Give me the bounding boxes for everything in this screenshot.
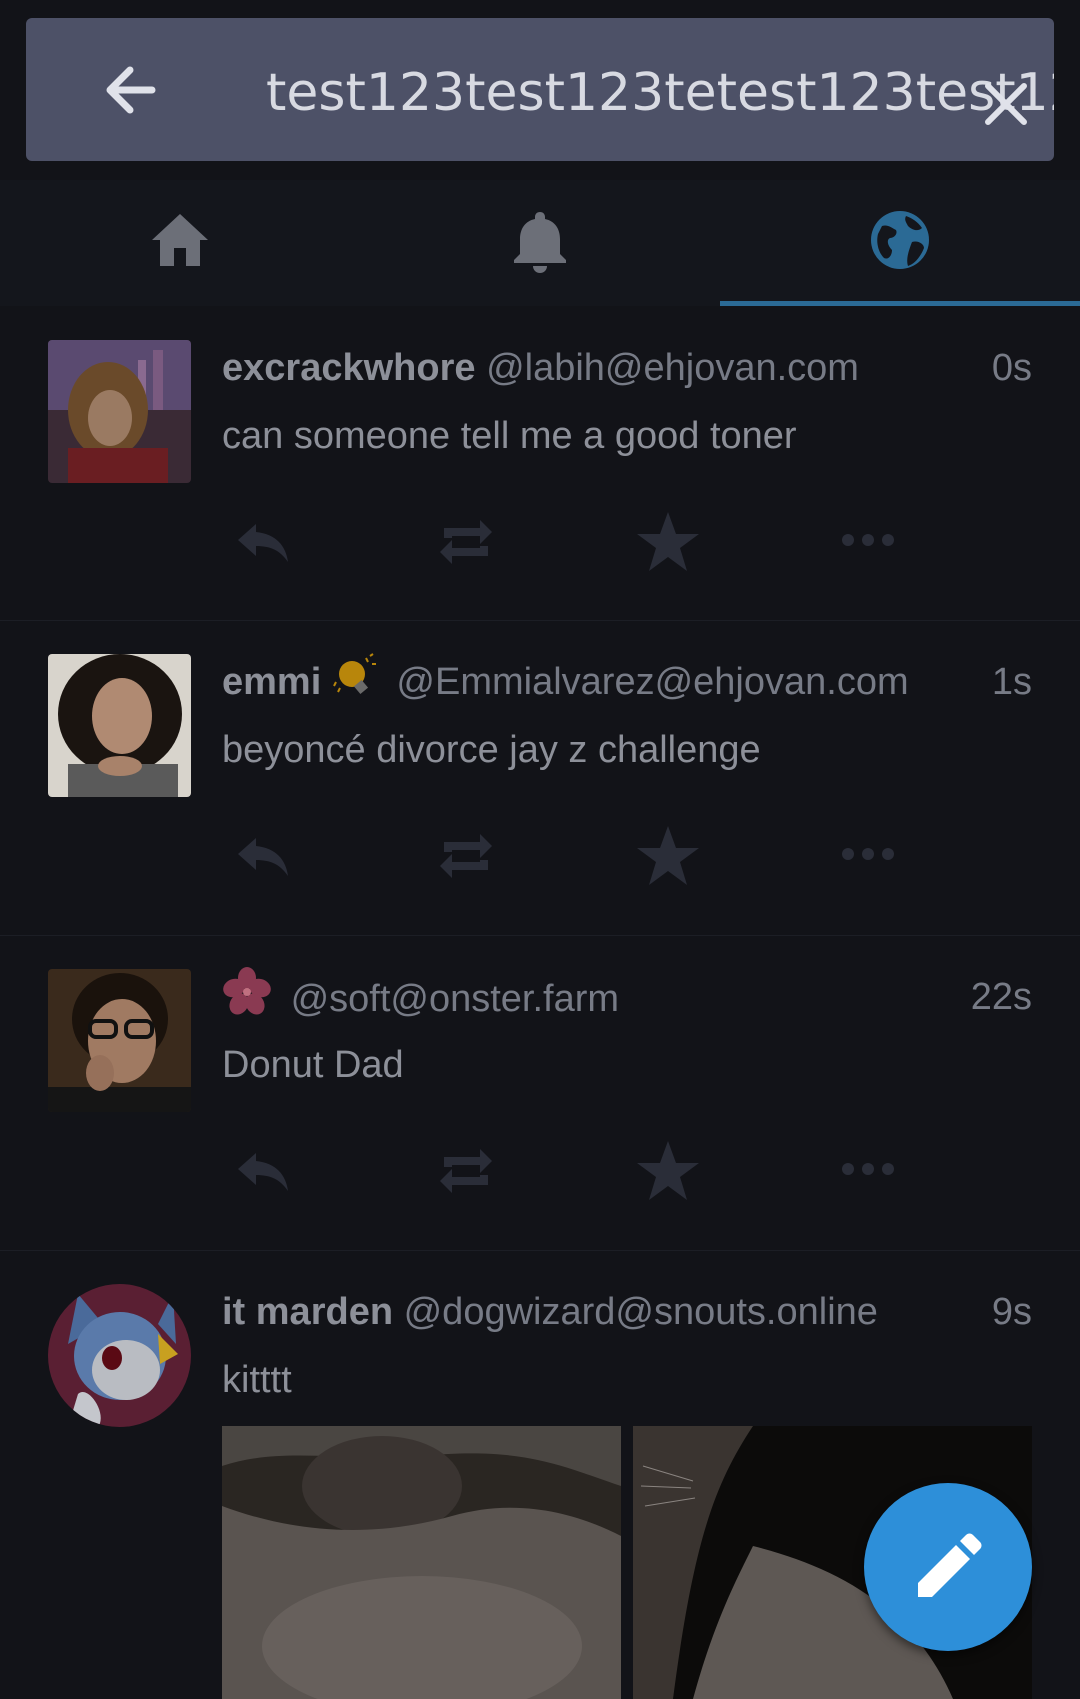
search-input[interactable]: test123test123tetest123test123te — [266, 58, 1054, 128]
bell-icon — [514, 212, 566, 273]
tab-notifications[interactable] — [360, 180, 720, 306]
tab-bar — [0, 180, 1080, 306]
status-content: can someone tell me a good toner — [222, 415, 797, 457]
reply-button[interactable] — [222, 818, 302, 890]
clear-search-button[interactable] — [984, 82, 1028, 126]
more-icon — [842, 1163, 894, 1175]
account-handle[interactable]: @dogwizard@snouts.online — [404, 1291, 878, 1333]
favourite-icon — [637, 1141, 699, 1200]
status-header: @soft@onster.farm 22s — [222, 967, 1032, 1027]
more-button[interactable] — [828, 1133, 908, 1205]
boost-icon — [440, 1149, 492, 1193]
search-bar: test123test123tetest123test123te — [26, 18, 1054, 161]
status-header: it marden @dogwizard@snouts.online 9s — [222, 1282, 1032, 1342]
favourite-button[interactable] — [626, 504, 706, 576]
boost-button[interactable] — [424, 504, 504, 576]
avatar[interactable] — [48, 969, 191, 1112]
status-item[interactable]: emmi @Emmialvarez@ehjovan.com 1s beyoncé… — [0, 620, 1080, 936]
status-header: emmi @Emmialvarez@ehjovan.com 1s — [222, 652, 1032, 712]
pencil-icon — [918, 1533, 982, 1597]
status-actions — [222, 504, 922, 576]
status-content: kitttt — [222, 1359, 292, 1401]
display-name[interactable]: emmi — [222, 661, 321, 703]
favourite-icon — [637, 512, 699, 571]
account-handle[interactable]: @Emmialvarez@ehjovan.com — [396, 661, 908, 703]
favourite-icon — [637, 826, 699, 885]
display-name[interactable]: excrackwhore — [222, 347, 476, 389]
status-actions — [222, 818, 922, 890]
status-item[interactable]: @soft@onster.farm 22s Donut Dad — [0, 935, 1080, 1251]
arrow-left-icon — [106, 66, 156, 114]
boost-icon — [440, 520, 492, 564]
favourite-button[interactable] — [626, 818, 706, 890]
flower-emoji-icon — [222, 967, 272, 1035]
more-button[interactable] — [828, 818, 908, 890]
account-handle[interactable]: @labih@ehjovan.com — [486, 347, 859, 389]
account-handle[interactable]: @soft@onster.farm — [291, 978, 619, 1020]
timestamp[interactable]: 22s — [971, 967, 1032, 1027]
tab-home[interactable] — [0, 180, 360, 306]
reply-icon — [238, 1153, 288, 1191]
timestamp[interactable]: 9s — [992, 1282, 1032, 1342]
reply-icon — [238, 838, 288, 876]
media-attachment[interactable] — [222, 1426, 621, 1699]
boost-button[interactable] — [424, 1133, 504, 1205]
status-header: excrackwhore @labih@ehjovan.com 0s — [222, 338, 1032, 398]
timestamp[interactable]: 1s — [992, 652, 1032, 712]
reply-button[interactable] — [222, 504, 302, 576]
lightbulb-emoji-icon — [332, 652, 378, 716]
more-button[interactable] — [828, 504, 908, 576]
status-actions — [222, 1133, 922, 1205]
reply-button[interactable] — [222, 1133, 302, 1205]
reply-icon — [238, 524, 288, 562]
favourite-button[interactable] — [626, 1133, 706, 1205]
globe-icon — [871, 211, 929, 269]
boost-button[interactable] — [424, 818, 504, 890]
status-item[interactable]: excrackwhore @labih@ehjovan.com 0s can s… — [0, 306, 1080, 621]
status-content: Donut Dad — [222, 1044, 404, 1086]
avatar[interactable] — [48, 340, 191, 483]
more-icon — [842, 534, 894, 546]
timestamp[interactable]: 0s — [992, 338, 1032, 398]
tab-federated[interactable] — [720, 180, 1080, 306]
avatar[interactable] — [48, 654, 191, 797]
more-icon — [842, 848, 894, 860]
display-name[interactable]: it marden — [222, 1291, 393, 1333]
close-icon — [985, 83, 1027, 125]
back-button[interactable] — [98, 60, 168, 120]
status-content: beyoncé divorce jay z challenge — [222, 729, 761, 771]
boost-icon — [440, 834, 492, 878]
avatar[interactable] — [48, 1284, 191, 1427]
compose-button[interactable] — [864, 1483, 1032, 1651]
home-icon — [152, 214, 208, 266]
